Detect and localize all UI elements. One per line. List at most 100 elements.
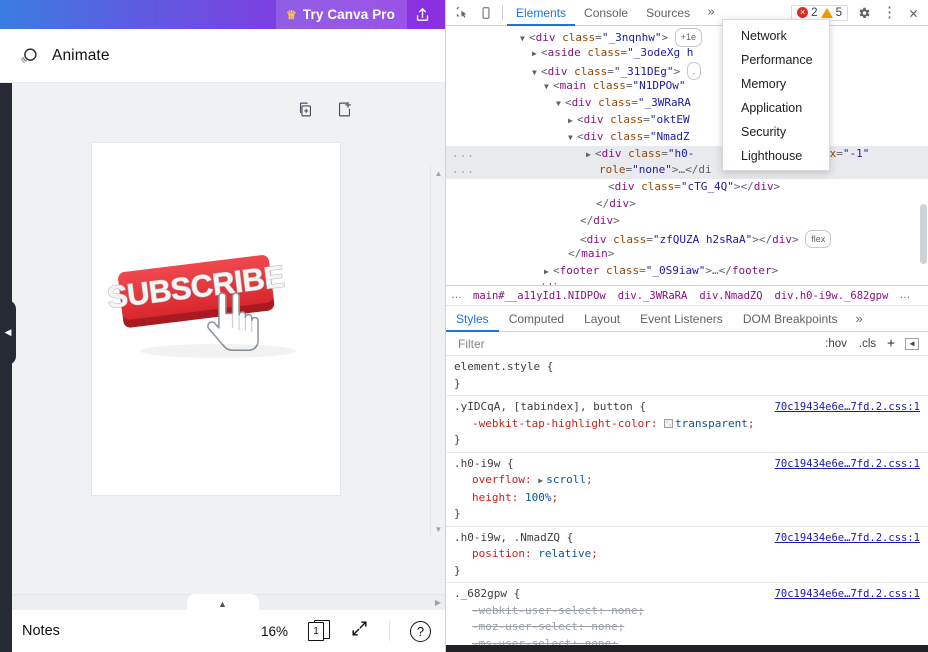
property-name[interactable]: -webkit-tap-highlight-color	[472, 417, 651, 430]
property-name[interactable]: overflow	[472, 473, 525, 486]
tab-computed[interactable]: Computed	[499, 306, 574, 332]
canvas-vertical-scrollbar[interactable]: ▲ ▼	[430, 166, 445, 536]
fullscreen-button[interactable]	[350, 619, 369, 643]
tab-layout[interactable]: Layout	[574, 306, 630, 332]
dom-node[interactable]: ▼ <main class="N1DPOw"	[446, 78, 928, 95]
dom-node[interactable]: <div class="cTG_4Q"></div>	[446, 179, 928, 196]
try-canva-pro-button[interactable]: ♕ Try Canva Pro	[276, 0, 407, 29]
style-declaration[interactable]: -webkit-tap-highlight-color: transparent…	[454, 416, 920, 433]
page-manager-button[interactable]: 1	[308, 620, 330, 642]
breadcrumb-overflow-end[interactable]: …	[894, 290, 915, 301]
hov-button[interactable]: :hov	[819, 338, 853, 350]
device-toolbar-button[interactable]	[474, 1, 498, 25]
expand-panel-handle[interactable]: ▲	[186, 594, 259, 610]
styles-filter-input[interactable]	[450, 336, 820, 351]
dom-node[interactable]: </main>	[446, 246, 928, 263]
dom-node[interactable]: ▶ <div class="oktEW	[446, 112, 928, 129]
canvas-horizontal-scrollbar[interactable]: ◀ ▶ ▲	[0, 594, 445, 610]
expand-triangle-icon[interactable]: ▶	[544, 264, 553, 281]
tab-event-listeners[interactable]: Event Listeners	[630, 306, 733, 332]
dom-node-selected-cont[interactable]: role="none">…</di	[446, 162, 928, 180]
menu-item-memory[interactable]: Memory	[723, 72, 829, 96]
more-style-tabs-button[interactable]: »	[848, 311, 871, 326]
settings-button[interactable]	[852, 1, 876, 25]
property-value[interactable]: transparent	[675, 417, 748, 430]
expand-triangle-icon[interactable]: ▶	[586, 147, 595, 164]
property-name[interactable]: height	[472, 491, 512, 504]
style-source-link[interactable]: 70c19434e6e…7fd.2.css:1	[775, 530, 920, 547]
share-button[interactable]	[405, 0, 439, 29]
expand-triangle-icon[interactable]: ▶	[568, 113, 577, 130]
property-value[interactable]: none	[591, 620, 618, 633]
style-declaration[interactable]: position: relative;	[454, 546, 920, 563]
zoom-level-label[interactable]: 16%	[261, 624, 288, 639]
menu-item-application[interactable]: Application	[723, 96, 829, 120]
expand-triangle-icon[interactable]: ▼	[556, 96, 565, 113]
color-swatch-icon[interactable]	[664, 418, 674, 428]
dom-node[interactable]: ▼ <div class="_3WRaRA	[446, 95, 928, 112]
breadcrumb-overflow[interactable]: …	[446, 290, 467, 301]
tab-sources[interactable]: Sources	[637, 0, 699, 26]
scroll-down-arrow[interactable]: ▼	[431, 522, 445, 536]
property-value[interactable]: 100%	[525, 491, 552, 504]
style-declaration-overridden[interactable]: -webkit-user-select: none;	[454, 603, 920, 620]
property-name[interactable]: -webkit-user-select	[472, 604, 598, 617]
dom-tree-scrollbar[interactable]	[919, 54, 928, 285]
dom-node[interactable]: ▼ <div class="NmadZ	[446, 129, 928, 146]
breadcrumb-item[interactable]: main#__a11yId1.NIDPOw	[467, 290, 612, 302]
style-source-link[interactable]: 70c19434e6e…7fd.2.css:1	[775, 586, 920, 603]
expand-triangle-icon[interactable]: ▼	[544, 79, 553, 96]
tab-dom-breakpoints[interactable]: DOM Breakpoints	[733, 306, 848, 332]
dom-node[interactable]: ▼ <div class="_3nqnhw"> +1e	[446, 28, 928, 47]
style-declaration[interactable]: height: 100%;	[454, 490, 920, 507]
tab-elements[interactable]: Elements	[507, 0, 575, 26]
canva-canvas-area[interactable]: SUBSCRIBE + Add page ▲ ▼	[0, 83, 445, 594]
breadcrumb-item[interactable]: div.NmadZQ	[693, 290, 768, 302]
dom-node[interactable]: </div>	[446, 196, 928, 213]
more-panels-button[interactable]: »	[699, 0, 723, 26]
style-rule[interactable]: element.style { }	[446, 356, 928, 396]
inspect-element-button[interactable]	[450, 1, 474, 25]
style-source-link[interactable]: 70c19434e6e…7fd.2.css:1	[775, 456, 920, 473]
style-source-link[interactable]: 70c19434e6e…7fd.2.css:1	[775, 399, 920, 416]
dom-node[interactable]: ▼ <div class="_311DEg"> .	[446, 61, 928, 81]
dom-node[interactable]: <div class="zfQUZA h2sRaA"></div> flex	[446, 229, 928, 249]
devtools-menu-button[interactable]: ⋮	[876, 5, 903, 20]
breadcrumb-item[interactable]: div._3WRaRA	[612, 290, 694, 302]
hscroll-right-arrow[interactable]: ▶	[435, 598, 441, 607]
help-button[interactable]: ?	[410, 620, 431, 642]
tab-styles[interactable]: Styles	[446, 306, 499, 332]
design-page-thumbnail[interactable]: SUBSCRIBE	[92, 143, 340, 495]
style-rule[interactable]: .h0-i9w { 70c19434e6e…7fd.2.css:1 overfl…	[446, 453, 928, 527]
style-rule[interactable]: .h0-i9w, .NmadZQ { 70c19434e6e…7fd.2.css…	[446, 527, 928, 583]
dom-node-selected[interactable]: ▶<div class="h0-dex="-1"	[446, 145, 928, 164]
menu-item-performance[interactable]: Performance	[723, 48, 829, 72]
dom-node[interactable]: ▶ <aside class="_3odeXg h	[446, 45, 928, 62]
style-selector[interactable]: element.style {	[454, 359, 920, 376]
add-page-icon[interactable]	[336, 101, 353, 118]
style-rule[interactable]: ._682gpw { 70c19434e6e…7fd.2.css:1 -webk…	[446, 583, 928, 652]
menu-item-lighthouse[interactable]: Lighthouse	[723, 144, 829, 168]
close-devtools-button[interactable]: ✕	[903, 4, 924, 22]
expand-triangle-icon[interactable]: ▼	[568, 130, 577, 147]
cls-button[interactable]: .cls	[853, 338, 882, 350]
style-declaration-overridden[interactable]: -moz-user-select: none;	[454, 619, 920, 636]
property-name[interactable]: position	[472, 547, 525, 560]
toggle-sidebar-button[interactable]: ◀	[900, 337, 924, 350]
breadcrumb-item[interactable]: div.h0-i9w._682gpw	[769, 290, 895, 302]
property-value[interactable]: scroll	[546, 473, 586, 486]
menu-item-network[interactable]: Network	[723, 24, 829, 48]
notes-button[interactable]: Notes	[22, 623, 60, 639]
dom-node[interactable]: ▶ <footer class="_0S9iaw">…</footer>	[446, 263, 928, 280]
dom-tree[interactable]: ▼ <div class="_3nqnhw"> +1e ▶ <aside class…	[446, 26, 928, 285]
duplicate-page-icon[interactable]	[297, 101, 314, 118]
collapse-sidebar-handle[interactable]: ◀	[0, 300, 16, 365]
property-name[interactable]: -moz-user-select	[472, 620, 578, 633]
scroll-up-arrow[interactable]: ▲	[431, 166, 445, 180]
tab-console[interactable]: Console	[575, 0, 637, 26]
expand-triangle-icon[interactable]: ▶	[532, 46, 541, 63]
dom-tree-scroll-thumb[interactable]	[920, 204, 927, 264]
menu-item-security[interactable]: Security	[723, 120, 829, 144]
style-rule[interactable]: .yIDCqA, [tabindex], button { 70c19434e6…	[446, 396, 928, 453]
property-value[interactable]: relative	[538, 547, 591, 560]
